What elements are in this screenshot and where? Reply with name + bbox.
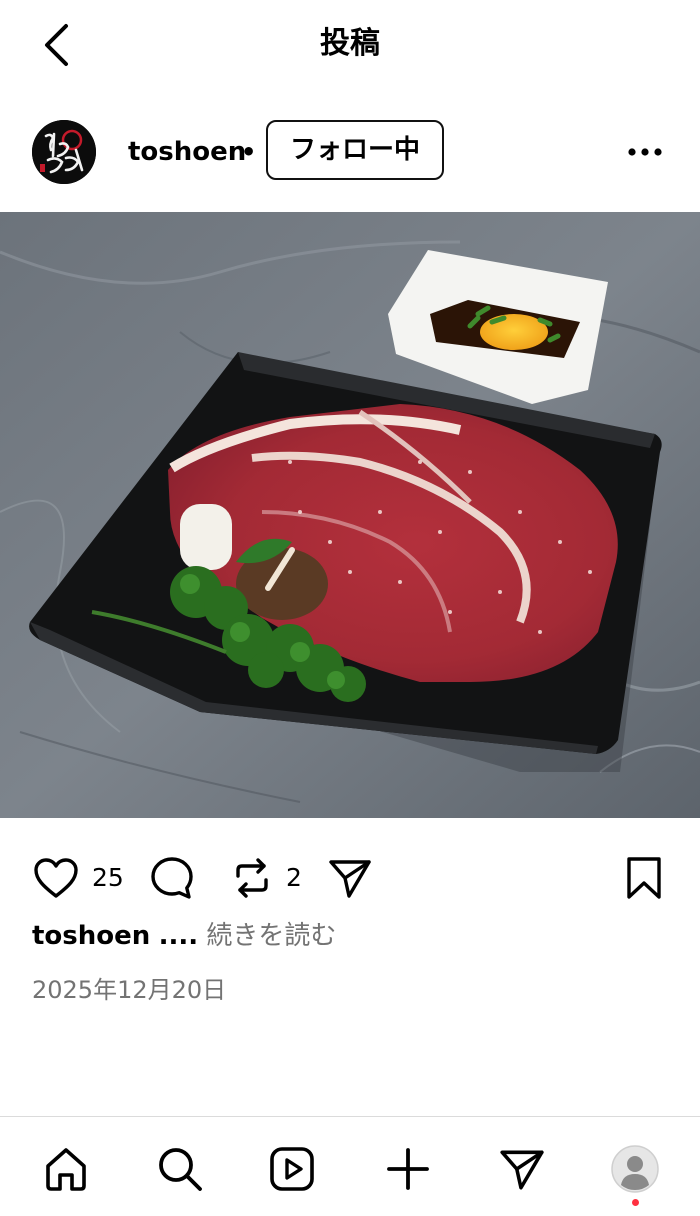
avatar[interactable] bbox=[32, 120, 96, 184]
nav-messages[interactable] bbox=[494, 1141, 550, 1197]
send-icon bbox=[500, 1150, 544, 1190]
bottom-nav bbox=[0, 1116, 700, 1216]
nav-profile[interactable] bbox=[607, 1141, 663, 1197]
nav-home[interactable] bbox=[38, 1141, 94, 1197]
post-date: 2025年12月20日 bbox=[32, 976, 227, 1004]
repost-button[interactable] bbox=[228, 854, 276, 902]
separator-dot: • bbox=[241, 138, 257, 166]
caption: toshoen .... 続きを読む bbox=[32, 918, 336, 954]
food-photo-image bbox=[0, 212, 700, 818]
post-header: toshoen • フォロー中 bbox=[0, 110, 700, 194]
comment-icon bbox=[151, 857, 193, 899]
heart-icon bbox=[34, 858, 78, 898]
search-icon bbox=[159, 1148, 202, 1191]
bookmark-icon bbox=[627, 857, 661, 899]
page-title: 投稿 bbox=[320, 26, 380, 61]
nav-reels[interactable] bbox=[264, 1141, 320, 1197]
post-username[interactable]: toshoen bbox=[128, 136, 246, 168]
read-more-link[interactable]: 続きを読む bbox=[206, 921, 336, 951]
action-bar: 25 2 bbox=[0, 848, 700, 908]
repost-icon bbox=[236, 858, 268, 898]
brand-logo-icon bbox=[32, 120, 96, 184]
send-icon bbox=[329, 860, 371, 898]
share-button[interactable] bbox=[326, 854, 374, 902]
top-bar: 投稿 bbox=[0, 0, 700, 90]
like-button[interactable] bbox=[32, 854, 80, 902]
repost-count[interactable]: 2 bbox=[286, 862, 302, 894]
more-horizontal-icon bbox=[628, 148, 662, 156]
following-button[interactable]: フォロー中 bbox=[266, 120, 444, 180]
post-image[interactable] bbox=[0, 212, 700, 818]
more-options-button[interactable] bbox=[622, 134, 668, 170]
home-icon bbox=[46, 1148, 86, 1191]
notification-dot bbox=[632, 1199, 639, 1206]
nav-create[interactable] bbox=[380, 1141, 436, 1197]
reels-icon bbox=[270, 1147, 314, 1191]
save-button[interactable] bbox=[620, 854, 668, 902]
profile-avatar-icon bbox=[611, 1145, 659, 1193]
caption-ellipsis: .... bbox=[158, 921, 199, 951]
caption-username[interactable]: toshoen bbox=[32, 921, 150, 951]
plus-icon bbox=[387, 1148, 429, 1190]
nav-search[interactable] bbox=[152, 1141, 208, 1197]
comment-button[interactable] bbox=[148, 854, 196, 902]
like-count[interactable]: 25 bbox=[92, 862, 124, 894]
